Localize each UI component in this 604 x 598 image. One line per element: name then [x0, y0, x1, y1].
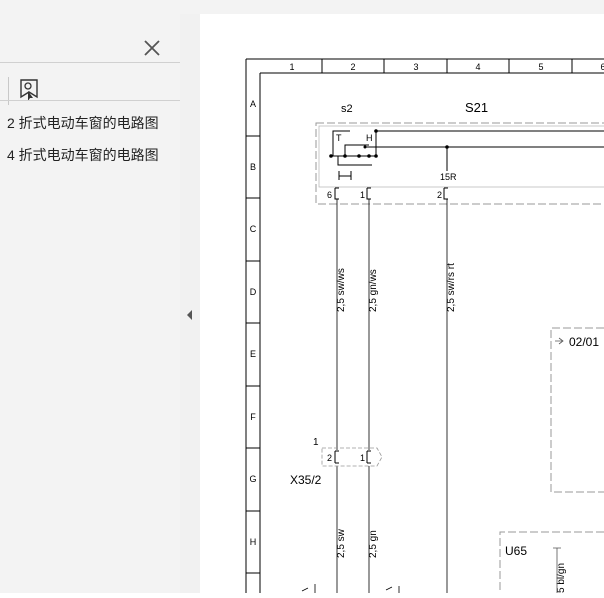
15r-label: 15R	[440, 172, 457, 182]
panel-splitter[interactable]	[180, 14, 200, 593]
bookmark-item[interactable]: 4 折式电动车窗的电路图	[7, 145, 159, 165]
row-letter: G	[249, 474, 256, 484]
col-number: 5	[538, 62, 543, 72]
pin-label: 1	[360, 190, 365, 200]
wire-label: 2,5 gn/ws	[368, 269, 379, 312]
bottom-fragments	[301, 584, 400, 593]
col-number: 3	[413, 62, 418, 72]
col-number: 4	[475, 62, 480, 72]
wire-label: 5 bl/gn	[556, 563, 567, 593]
ref-box-0201	[550, 327, 604, 493]
wire-label: 2,5 gn	[368, 530, 379, 558]
toolbar	[0, 0, 604, 15]
pin-label: 2	[437, 190, 442, 200]
row-letter: B	[250, 162, 256, 172]
row-letter: E	[250, 349, 256, 359]
col-number: 2	[350, 62, 355, 72]
s21-label: S21	[465, 100, 488, 115]
bookmarks-panel: 2 折式电动车窗的电路图 4 折式电动车窗的电路图	[0, 14, 194, 593]
wire-label: 2,5 sw/ws	[336, 268, 347, 312]
wire-label: 2,5 sw	[336, 528, 347, 558]
ref-0201-label: 02/01	[569, 335, 599, 349]
pin-label: 1	[360, 453, 365, 463]
ref-arrow-icon	[555, 337, 564, 345]
s2-label: s2	[341, 103, 353, 115]
bookmark-item[interactable]: 2 折式电动车窗的电路图	[7, 113, 159, 133]
panel-divider	[0, 62, 194, 63]
close-panel-button[interactable]	[140, 36, 164, 60]
u65-outline	[499, 531, 604, 593]
panel-divider	[0, 100, 194, 101]
row-letter: A	[250, 99, 256, 109]
row-letter: D	[250, 287, 257, 297]
row-letter: H	[250, 537, 257, 547]
t-label: T	[336, 133, 342, 143]
x35-label: X35/2	[290, 473, 322, 487]
row-letter: F	[250, 412, 256, 422]
h-label: H	[366, 133, 373, 143]
switch-symbol	[338, 171, 352, 180]
pin-label: 2	[327, 453, 332, 463]
u65-label: U65	[505, 544, 527, 558]
wiring-diagram: 1 2 3 4 5 6 A B C D E F G H s2 S21 T H 1…	[245, 58, 604, 593]
collapse-panel-icon[interactable]	[186, 309, 194, 321]
x35-pin-group: 1	[313, 437, 319, 448]
close-icon	[144, 40, 160, 56]
pin-label: 6	[327, 190, 332, 200]
wire-label: 2,5 sw/rs rt	[446, 263, 457, 312]
col-number: 1	[289, 62, 294, 72]
row-letter: C	[250, 224, 257, 234]
document-viewer[interactable]: 1 2 3 4 5 6 A B C D E F G H s2 S21 T H 1…	[200, 14, 604, 593]
col-number: 6	[600, 62, 604, 72]
